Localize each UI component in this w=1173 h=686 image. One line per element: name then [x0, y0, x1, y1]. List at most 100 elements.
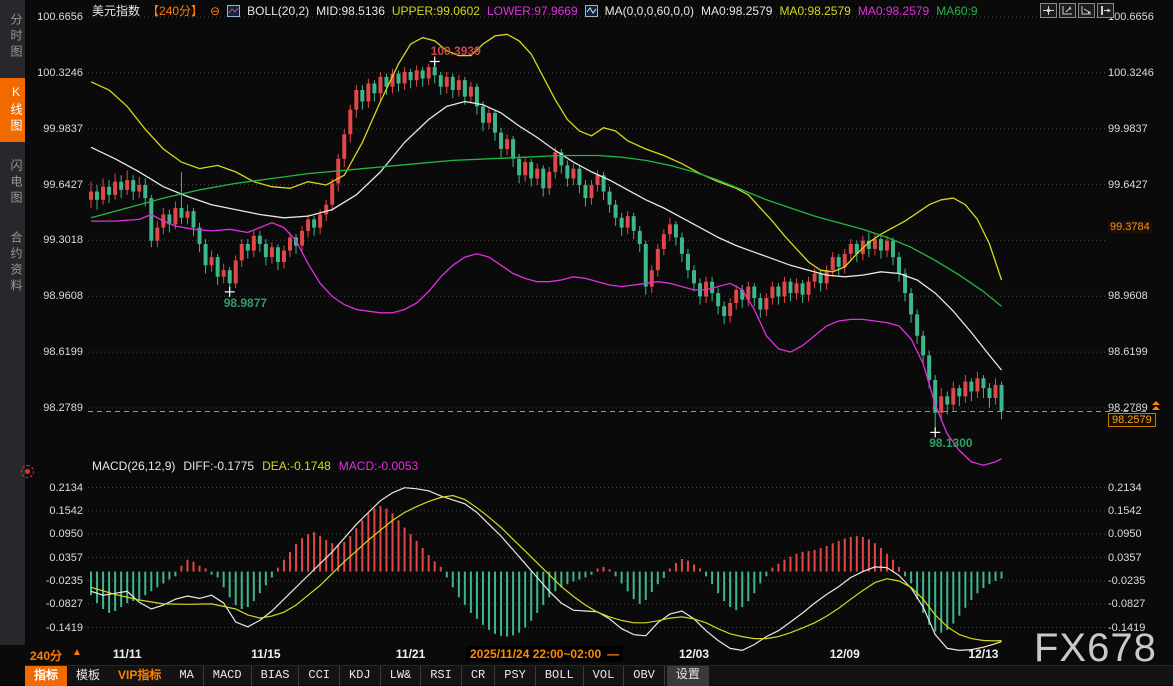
candle: [469, 87, 473, 97]
period-dropdown-icon[interactable]: ▲: [72, 647, 82, 658]
candle: [614, 205, 618, 218]
candle: [282, 251, 286, 262]
candle: [909, 293, 913, 314]
ma0-value-white: MA0:98.2579: [701, 4, 772, 18]
toolbar-item-indicator[interactable]: 指标: [25, 666, 67, 686]
candle: [577, 169, 581, 185]
axis-label: 0.2134: [49, 482, 83, 494]
period-selector[interactable]: 240分: [30, 647, 62, 664]
candle: [813, 273, 817, 281]
toolbar-item-obv[interactable]: OBV: [624, 666, 665, 686]
expand-right-button[interactable]: [1097, 3, 1114, 18]
toolbar-item-boll[interactable]: BOLL: [536, 666, 584, 686]
candle: [891, 241, 895, 257]
alarm-icon[interactable]: [21, 465, 34, 478]
candle: [210, 257, 214, 265]
symbol-name: 美元指数: [92, 4, 140, 18]
axis-label: 99.6427: [43, 179, 83, 191]
axis-label: 98.2789: [43, 402, 83, 414]
time-tick-label: 11/21: [396, 647, 425, 661]
main-chart-legend: 美元指数【240分】⊖BOLL(20,2)MID:98.5136UPPER:99…: [92, 2, 985, 20]
candle: [137, 185, 141, 192]
axis-label: 100.3246: [37, 67, 83, 79]
candle: [204, 244, 208, 265]
toolbar-item-kdj[interactable]: KDJ: [340, 666, 381, 686]
toolbar-item-psy[interactable]: PSY: [495, 666, 536, 686]
overlay-line-ma60: [91, 156, 1002, 307]
candle: [632, 216, 636, 231]
candle: [270, 247, 274, 257]
candle: [758, 298, 762, 309]
candle: [427, 67, 431, 78]
candle: [819, 273, 823, 283]
overlay-line-boll_mid: [91, 102, 1002, 371]
macd-diff-value: DIFF:-0.1775: [183, 459, 254, 473]
toolbar-item-cr[interactable]: CR: [462, 666, 495, 686]
toolbar-item-vip-indicator[interactable]: VIP指标: [109, 666, 170, 686]
candle: [945, 396, 949, 404]
toolbar-item-lwr[interactable]: LW&: [381, 666, 422, 686]
candle: [620, 218, 624, 228]
chart-canvas: [0, 0, 1173, 685]
candle: [644, 244, 648, 287]
candle: [511, 139, 515, 159]
toolbar-item-template[interactable]: 模板: [67, 666, 109, 686]
axis-label: 0.2134: [1108, 482, 1142, 494]
indicator-toolbar: 指标模板VIP指标MAMACDBIASCCIKDJLW&RSICRPSYBOLL…: [25, 665, 1173, 685]
candle: [143, 185, 147, 198]
overlay-line-boll_lower: [91, 215, 1002, 466]
axis-label: 98.2789: [1108, 402, 1148, 414]
selected-time-dash: —: [607, 647, 619, 661]
crosshair-button[interactable]: [1040, 3, 1057, 18]
zoom-y-axis-button[interactable]: [1059, 3, 1076, 18]
toolbar-item-rsi[interactable]: RSI: [421, 666, 462, 686]
candle: [324, 205, 328, 215]
candle: [366, 83, 370, 101]
candle: [342, 134, 346, 159]
axis-label: 99.3784: [1108, 221, 1152, 233]
toolbar-item-bias[interactable]: BIAS: [252, 666, 300, 686]
macd-legend: MACD(26,12,9)DIFF:-0.1775DEA:-0.1748MACD…: [92, 459, 426, 473]
candle: [264, 244, 268, 257]
candle: [360, 90, 364, 101]
candle: [686, 254, 690, 270]
candle: [668, 224, 672, 234]
collapse-icon[interactable]: ⊖: [210, 4, 220, 18]
toolbar-item-ma[interactable]: MA: [170, 666, 203, 686]
candle: [764, 298, 768, 309]
zoom-x-axis-button[interactable]: [1078, 3, 1095, 18]
candle: [403, 72, 407, 83]
candle: [457, 80, 461, 90]
candle: [258, 236, 262, 244]
toolbar-item-cci[interactable]: CCI: [299, 666, 340, 686]
candle: [240, 244, 244, 260]
toolbar-item-macd[interactable]: MACD: [204, 666, 252, 686]
ma60-value: MA60:9: [936, 4, 977, 18]
sidebar-tab-contract-info[interactable]: 合约资料: [0, 224, 25, 302]
candle: [656, 249, 660, 270]
candle: [981, 378, 985, 388]
candle: [113, 182, 117, 195]
candle: [312, 219, 316, 227]
selected-time-label: 2025/11/24 22:00~02:00: [470, 647, 601, 661]
axis-label: 0.1542: [49, 505, 83, 517]
axis-label: -0.0235: [1108, 575, 1145, 587]
time-tick-label: 12/09: [830, 647, 860, 661]
price-axis-left: 100.6656100.324699.983799.642799.301898.…: [25, 0, 86, 645]
toolbar-item-settings[interactable]: 设置: [667, 666, 709, 686]
candle: [722, 306, 726, 316]
current-price-label: 98.2579: [1108, 413, 1156, 427]
candle: [89, 192, 93, 200]
toolbar-item-vol[interactable]: VOL: [584, 666, 625, 686]
sidebar-tab-kline[interactable]: K线图: [0, 78, 25, 142]
candle: [119, 182, 123, 190]
axis-label: -0.0827: [46, 598, 83, 610]
candle: [149, 198, 153, 241]
candle: [951, 388, 955, 404]
price-axis-right: 100.6656100.324699.983799.642798.960898.…: [1106, 0, 1173, 645]
sidebar-tab-flash[interactable]: 闪电图: [0, 152, 25, 214]
candle: [192, 211, 196, 227]
sidebar-tab-timeshare[interactable]: 分时图: [0, 6, 25, 68]
axis-label: 98.9608: [43, 290, 83, 302]
candle: [849, 244, 853, 254]
